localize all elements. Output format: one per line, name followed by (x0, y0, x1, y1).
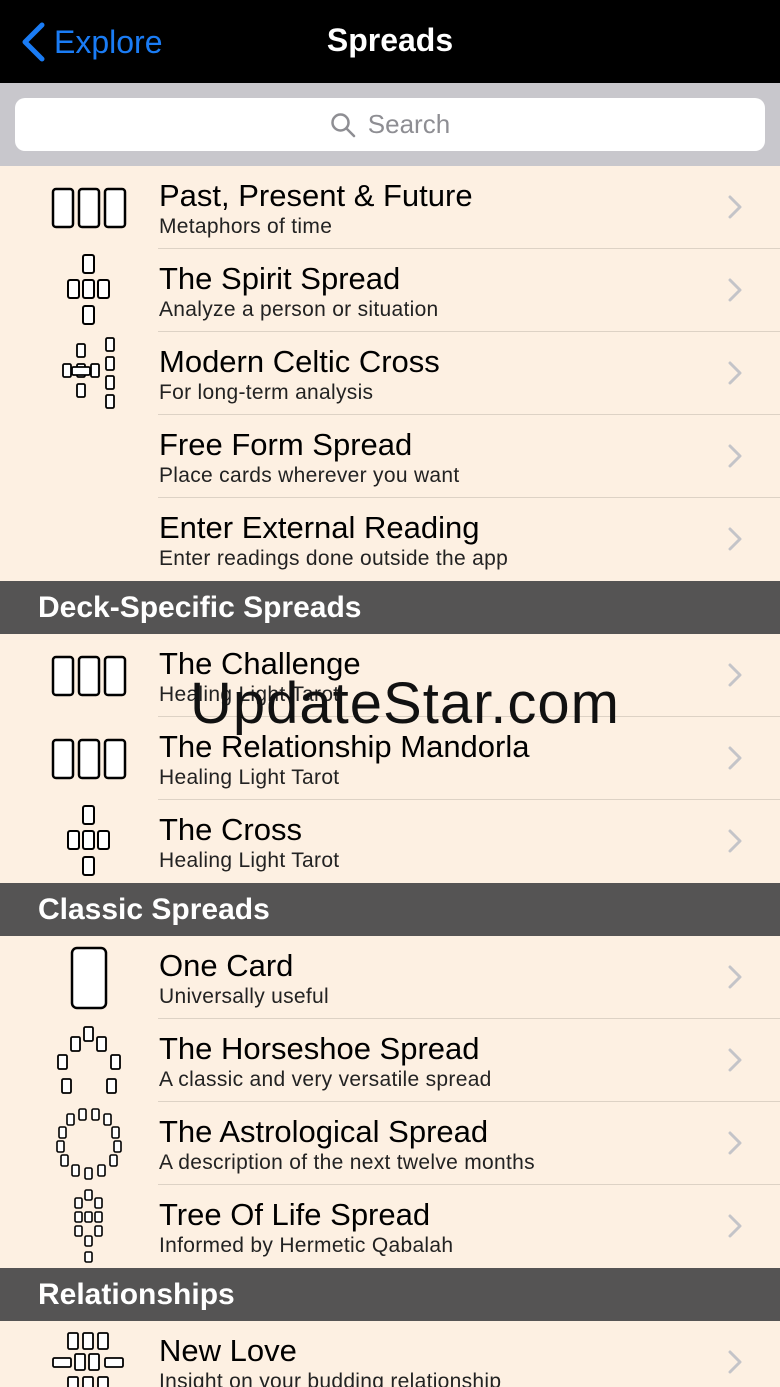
search-placeholder: Search (367, 109, 451, 139)
chevron-right-icon (728, 663, 742, 687)
row-title: The Horseshoe Spread (159, 1031, 480, 1066)
row-subtitle: For long-term analysis (159, 381, 374, 404)
row-title: Modern Celtic Cross (159, 344, 440, 379)
list-item-astrological-spread[interactable]: The Astrological Spread A description of… (0, 1102, 780, 1185)
three-card-spread-icon (40, 717, 138, 800)
row-title: Past, Present & Future (159, 178, 473, 213)
row-subtitle: Healing Light Tarot (159, 766, 340, 789)
list-item-tree-of-life[interactable]: Tree Of Life Spread Informed by Hermetic… (0, 1185, 780, 1268)
chevron-right-icon (728, 965, 742, 989)
row-title: One Card (159, 948, 294, 983)
row-subtitle: Healing Light Tarot (159, 683, 340, 706)
row-subtitle: A classic and very versatile spread (159, 1068, 492, 1091)
navigation-bar: Explore Spreads (0, 0, 780, 83)
list-item-the-cross[interactable]: The Cross Healing Light Tarot (0, 800, 780, 883)
spreads-list: Past, Present & Future Metaphors of time… (0, 166, 780, 1387)
row-title: New Love (159, 1333, 297, 1368)
row-subtitle: Enter readings done outside the app (159, 547, 509, 570)
cross-spread-icon (40, 249, 138, 332)
list-item-relationship-mandorla[interactable]: The Relationship Mandorla Healing Light … (0, 717, 780, 800)
row-title: The Challenge (159, 646, 361, 681)
chevron-right-icon (728, 1048, 742, 1072)
search-input[interactable]: Search (15, 98, 765, 151)
list-item-modern-celtic-cross[interactable]: Modern Celtic Cross For long-term analys… (0, 332, 780, 415)
cross-spread-icon (40, 800, 138, 883)
row-subtitle: Healing Light Tarot (159, 849, 340, 872)
chevron-right-icon (728, 278, 742, 302)
chevron-right-icon (728, 195, 742, 219)
section-header-label: Relationships (38, 1278, 235, 1311)
row-subtitle: Place cards wherever you want (159, 464, 460, 487)
new-love-spread-icon (40, 1321, 138, 1387)
chevron-right-icon (728, 1214, 742, 1238)
horseshoe-spread-icon (40, 1019, 138, 1102)
row-subtitle: A description of the next twelve months (159, 1151, 535, 1174)
row-title: The Spirit Spread (159, 261, 401, 296)
section-header-classic: Classic Spreads (0, 883, 780, 936)
celtic-cross-icon (40, 332, 138, 415)
row-subtitle: Universally useful (159, 985, 329, 1008)
page-title: Spreads (326, 22, 454, 58)
section-header-label: Deck-Specific Spreads (38, 591, 362, 624)
chevron-right-icon (728, 1350, 742, 1374)
section-header-relationships: Relationships (0, 1268, 780, 1321)
list-item-enter-external-reading[interactable]: Enter External Reading Enter readings do… (0, 498, 780, 581)
list-item-spirit-spread[interactable]: The Spirit Spread Analyze a person or si… (0, 249, 780, 332)
list-item-past-present-future[interactable]: Past, Present & Future Metaphors of time (0, 166, 780, 249)
three-card-spread-icon (40, 166, 138, 249)
list-item-one-card[interactable]: One Card Universally useful (0, 936, 780, 1019)
chevron-right-icon (728, 527, 742, 551)
row-title: The Cross (159, 812, 302, 847)
section-header-label: Classic Spreads (38, 893, 270, 926)
search-icon (331, 112, 356, 137)
one-card-icon (40, 936, 138, 1019)
row-subtitle: Insight on your budding relationship (159, 1370, 502, 1387)
list-item-horseshoe-spread[interactable]: The Horseshoe Spread A classic and very … (0, 1019, 780, 1102)
row-title: The Relationship Mandorla (159, 729, 530, 764)
chevron-right-icon (728, 361, 742, 385)
row-title: Enter External Reading (159, 510, 480, 545)
row-subtitle: Analyze a person or situation (159, 298, 439, 321)
row-subtitle: Informed by Hermetic Qabalah (159, 1234, 454, 1257)
chevron-right-icon (728, 1131, 742, 1155)
section-header-deck-specific: Deck-Specific Spreads (0, 581, 780, 634)
list-item-the-challenge[interactable]: The Challenge Healing Light Tarot (0, 634, 780, 717)
search-bar: Search (0, 83, 780, 166)
list-item-new-love[interactable]: New Love Insight on your budding relatio… (0, 1321, 780, 1387)
chevron-right-icon (728, 829, 742, 853)
row-title: Free Form Spread (159, 427, 413, 462)
three-card-spread-icon (40, 634, 138, 717)
row-title: Tree Of Life Spread (159, 1197, 431, 1232)
row-subtitle: Metaphors of time (159, 215, 333, 238)
astrological-spread-icon (40, 1102, 138, 1185)
row-title: The Astrological Spread (159, 1114, 489, 1149)
chevron-right-icon (728, 746, 742, 770)
chevron-right-icon (728, 444, 742, 468)
tree-of-life-icon (40, 1185, 138, 1268)
list-item-free-form-spread[interactable]: Free Form Spread Place cards wherever yo… (0, 415, 780, 498)
